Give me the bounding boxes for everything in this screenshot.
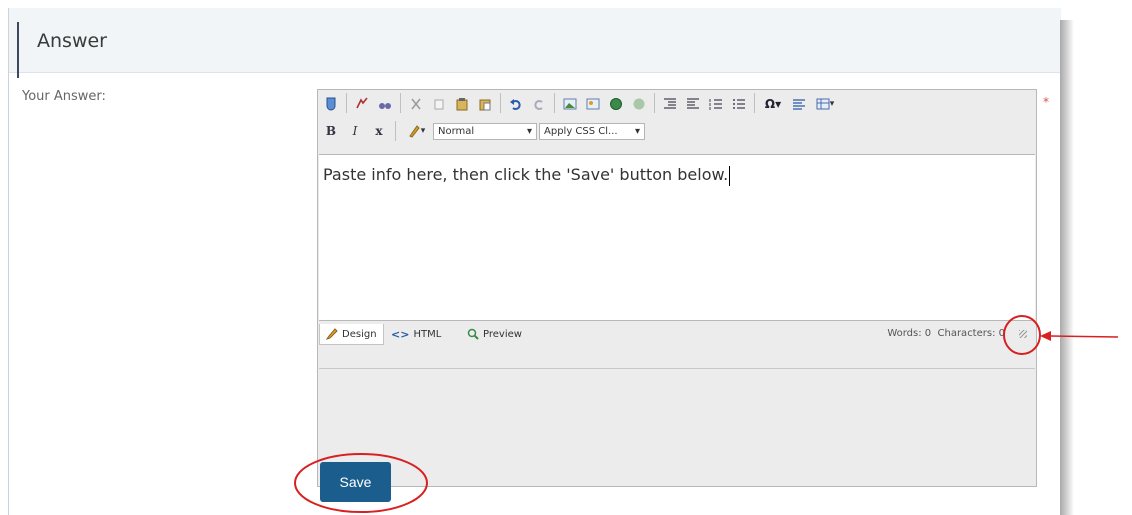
paragraph-format-value: Normal <box>438 125 475 137</box>
answer-label: Your Answer: <box>22 89 106 104</box>
text-caret <box>729 165 731 186</box>
hyperlink-icon[interactable] <box>605 93 627 115</box>
italic-button[interactable]: I <box>344 120 366 142</box>
editor-mode-bar: Design <> HTML Preview Words: 0 Characte… <box>319 321 1035 347</box>
undo-icon[interactable] <box>505 93 527 115</box>
panel-shadow <box>1060 20 1074 515</box>
special-char-icon[interactable]: Ω▾ <box>759 93 787 115</box>
align-icon[interactable] <box>788 93 810 115</box>
numbered-list-icon[interactable] <box>705 93 727 115</box>
tab-preview[interactable]: Preview <box>467 324 522 344</box>
character-count: Characters: 0 <box>937 328 1006 339</box>
tab-design[interactable]: Design <box>319 324 384 345</box>
editor-text: Paste info here, then click the 'Save' b… <box>323 165 729 184</box>
editor-content-area[interactable]: Paste info here, then click the 'Save' b… <box>319 154 1035 321</box>
remove-link-icon[interactable] <box>628 93 650 115</box>
paragraph-format-select[interactable]: Normal ▾ <box>433 122 537 140</box>
tab-design-label: Design <box>342 328 377 340</box>
pencil-icon <box>326 328 338 340</box>
toolbar-separator <box>754 93 755 113</box>
insert-table-icon[interactable]: ▾ <box>811 93 839 115</box>
tab-preview-label: Preview <box>483 328 522 340</box>
bold-button[interactable]: B <box>320 120 342 142</box>
copy-icon[interactable] <box>428 93 450 115</box>
find-icon[interactable] <box>351 93 373 115</box>
insert-image-icon[interactable] <box>559 93 581 115</box>
word-count: Words: 0 <box>887 328 932 339</box>
indent-icon[interactable] <box>659 93 681 115</box>
paste-plain-icon[interactable] <box>474 93 496 115</box>
css-class-select[interactable]: Apply CSS Cl... ▾ <box>539 122 645 140</box>
code-brackets-icon: <> <box>391 327 410 341</box>
paste-icon[interactable] <box>451 93 473 115</box>
magnifier-icon <box>467 328 479 340</box>
editor-divider <box>319 368 1035 369</box>
resize-handle-icon[interactable] <box>1019 330 1027 338</box>
tab-html[interactable]: <> HTML <box>391 324 441 344</box>
toolbar-row-1: Ω▾ ▾ <box>320 93 839 117</box>
dropdown-arrow-icon: ▾ <box>634 125 640 137</box>
required-asterisk: * <box>1043 95 1049 109</box>
toolbar-separator <box>500 93 501 113</box>
section-title: Answer <box>37 30 107 52</box>
toolbar-separator <box>654 93 655 113</box>
bullet-list-icon[interactable] <box>728 93 750 115</box>
dropdown-arrow-icon: ▾ <box>526 125 532 137</box>
rich-text-editor: Ω▾ ▾ B I x ▾ Normal ▾ Apply CSS Cl... ▾ … <box>317 89 1037 487</box>
toolbar-separator <box>346 93 347 113</box>
toolbar-separator <box>554 93 555 113</box>
image-manager-icon[interactable] <box>582 93 604 115</box>
section-header: Answer <box>9 8 1061 78</box>
save-button[interactable]: Save <box>320 462 391 502</box>
spellcheck-icon[interactable] <box>320 93 342 115</box>
redo-icon[interactable] <box>528 93 550 115</box>
header-accent-bar <box>17 22 19 78</box>
superscript-button[interactable]: x <box>368 120 390 142</box>
word-count-status: Words: 0 Characters: 0 <box>887 328 1005 339</box>
toolbar-separator <box>395 121 396 141</box>
format-stripper-icon[interactable]: ▾ <box>401 120 431 142</box>
cut-icon[interactable] <box>405 93 427 115</box>
toolbar-row-2: B I x ▾ Normal ▾ Apply CSS Cl... ▾ <box>320 120 645 142</box>
replace-icon[interactable] <box>374 93 396 115</box>
css-class-value: Apply CSS Cl... <box>544 125 618 137</box>
outdent-icon[interactable] <box>682 93 704 115</box>
editor-content-text: Paste info here, then click the 'Save' b… <box>323 165 731 186</box>
tab-html-label: HTML <box>413 328 442 340</box>
toolbar-separator <box>400 93 401 113</box>
